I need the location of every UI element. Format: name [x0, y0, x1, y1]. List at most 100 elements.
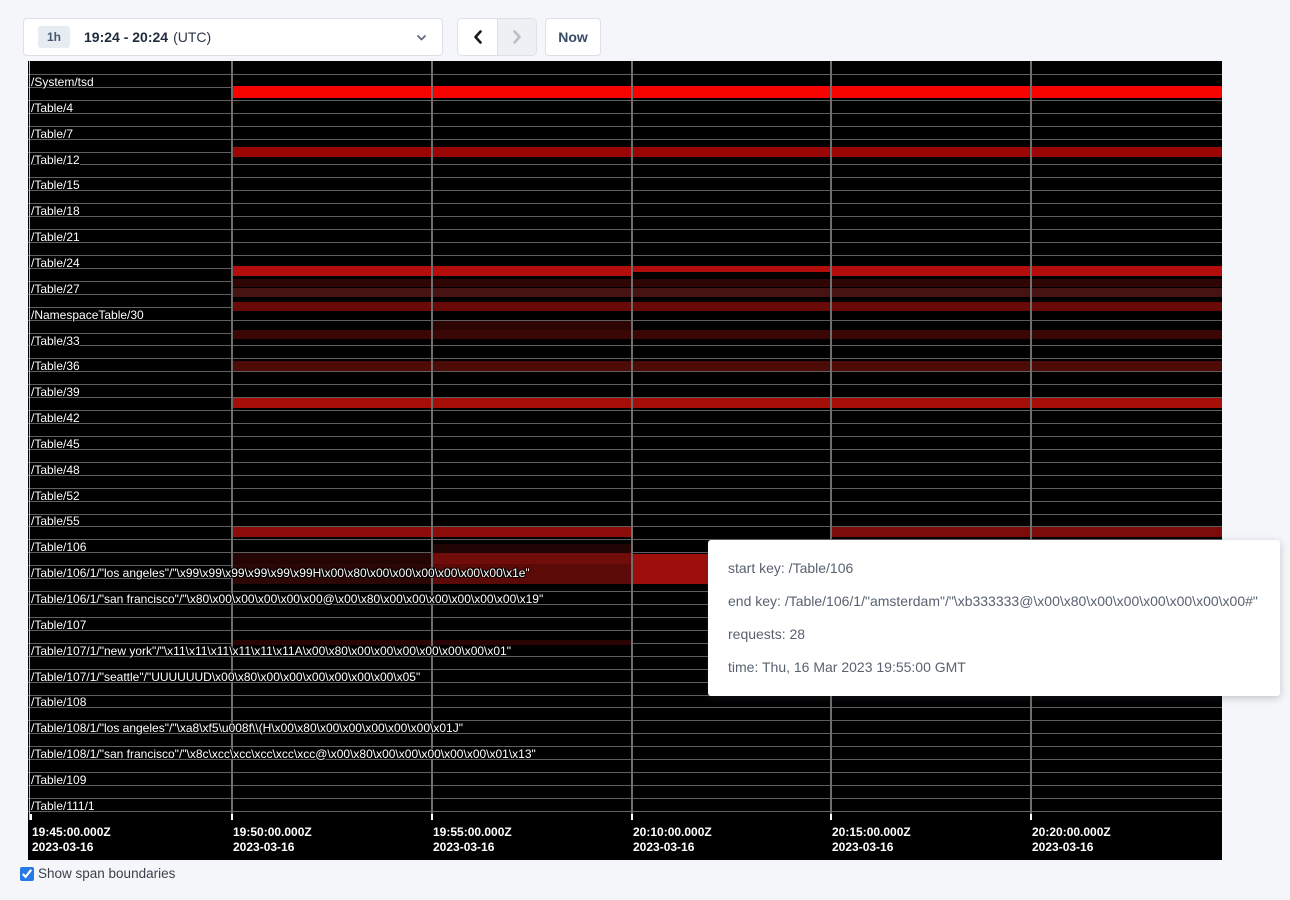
row-label: /Table/39 — [31, 385, 80, 399]
row-label: /Table/36 — [31, 359, 80, 373]
heat-band — [231, 330, 1222, 339]
heat-band — [231, 279, 1222, 287]
heat-band — [431, 321, 631, 330]
tick-date: 2023-03-16 — [1032, 840, 1111, 855]
show-span-boundaries-label: Show span boundaries — [38, 866, 175, 881]
span-boundary-line — [28, 436, 1222, 437]
row-label: /Table/55 — [31, 514, 80, 528]
row-label: /Table/107 — [31, 618, 86, 632]
key-visualizer-canvas[interactable]: /System/tsd/Table/4/Table/7/Table/12/Tab… — [28, 61, 1222, 860]
tick-time: 20:15:00.000Z — [832, 825, 911, 840]
span-boundary-line — [28, 255, 1222, 256]
row-label: /Table/108/1/"los angeles"/"\xa8\xf5\u00… — [31, 721, 463, 735]
span-boundary-line — [28, 514, 1222, 515]
heat-band — [231, 147, 1222, 157]
row-label: /Table/106 — [31, 540, 86, 554]
tick-time: 19:55:00.000Z — [433, 825, 512, 840]
tick-time: 20:20:00.000Z — [1032, 825, 1111, 840]
heat-band — [231, 553, 431, 564]
span-boundary-line — [28, 74, 1222, 75]
span-boundary-line — [28, 229, 1222, 230]
time-gridline — [631, 61, 633, 820]
heat-band — [231, 398, 1222, 408]
row-label: /Table/45 — [31, 437, 80, 451]
now-button[interactable]: Now — [545, 18, 601, 56]
heat-band — [431, 544, 631, 553]
range-duration-badge: 1h — [38, 26, 70, 48]
chevron-right-icon — [510, 29, 524, 45]
row-label: /Table/12 — [31, 153, 80, 167]
axis-tick-label: 19:50:00.000Z2023-03-16 — [233, 825, 312, 855]
time-gridline — [830, 61, 832, 820]
span-boundary-line — [28, 785, 1222, 786]
row-label: /Table/106/1/"los angeles"/"\x99\x99\x99… — [31, 566, 530, 580]
toolbar: 1h 19:24 - 20:24 (UTC) Now — [0, 0, 1290, 61]
range-nav-group — [457, 18, 537, 56]
span-boundary-line — [28, 345, 1222, 346]
row-label: /Table/48 — [31, 463, 80, 477]
span-boundary-line — [28, 475, 1222, 476]
row-label: /System/tsd — [31, 75, 94, 89]
span-boundary-line — [28, 358, 1222, 359]
row-label: /Table/4 — [31, 101, 73, 115]
row-label: /Table/15 — [31, 178, 80, 192]
row-label: /Table/27 — [31, 282, 80, 296]
span-boundary-line — [28, 423, 1222, 424]
axis-tick — [631, 814, 633, 820]
span-boundary-line — [28, 501, 1222, 502]
row-label: /Table/107/1/"new york"/"\x11\x11\x11\x1… — [31, 644, 511, 658]
heat-band — [231, 86, 1222, 98]
tick-time: 19:45:00.000Z — [32, 825, 111, 840]
row-label: /Table/42 — [31, 411, 80, 425]
span-boundary-line — [28, 798, 1222, 799]
span-boundary-line — [28, 126, 1222, 127]
axis-tick-label: 20:20:00.000Z2023-03-16 — [1032, 825, 1111, 855]
row-label: /Table/109 — [31, 773, 86, 787]
previous-range-button[interactable] — [458, 19, 497, 55]
row-label: /Table/24 — [31, 256, 80, 270]
span-boundary-line — [28, 371, 1222, 372]
time-gridline — [29, 61, 30, 820]
range-timezone: (UTC) — [173, 29, 211, 45]
row-label: /Table/18 — [31, 204, 80, 218]
tooltip-requests: requests: 28 — [728, 625, 1260, 644]
show-span-boundaries-checkbox[interactable] — [20, 867, 34, 881]
tick-date: 2023-03-16 — [233, 840, 312, 855]
tooltip-end-key: end key: /Table/106/1/"amsterdam"/"\xb33… — [728, 592, 1260, 611]
span-boundary-line — [28, 164, 1222, 165]
row-label: /Table/108/1/"san francisco"/"\x8c\xcc\x… — [31, 747, 536, 761]
row-label: /Table/107/1/"seattle"/"UUUUUUD\x00\x80\… — [31, 670, 420, 684]
span-boundary-line — [28, 772, 1222, 773]
span-boundary-line — [28, 203, 1222, 204]
row-label: /Table/33 — [31, 334, 80, 348]
span-boundary-line — [28, 100, 1222, 101]
span-boundary-line — [28, 177, 1222, 178]
chevron-down-icon — [415, 31, 428, 44]
time-axis: 19:45:00.000Z2023-03-1619:50:00.000Z2023… — [28, 820, 1222, 860]
time-range-selector[interactable]: 1h 19:24 - 20:24 (UTC) — [23, 18, 443, 56]
axis-tick-label: 20:15:00.000Z2023-03-16 — [832, 825, 911, 855]
heatmap-plot[interactable]: /System/tsd/Table/4/Table/7/Table/12/Tab… — [28, 61, 1222, 820]
row-label: /NamespaceTable/30 — [31, 308, 144, 322]
next-range-button[interactable] — [497, 19, 536, 55]
axis-tick — [1030, 814, 1032, 820]
tooltip-start-key: start key: /Table/106 — [728, 559, 1260, 578]
row-label: /Table/52 — [31, 489, 80, 503]
span-boundary-line — [28, 410, 1222, 411]
chevron-left-icon — [471, 29, 485, 45]
axis-tick-label: 20:10:00.000Z2023-03-16 — [633, 825, 712, 855]
span-boundary-line — [28, 384, 1222, 385]
heat-band — [631, 272, 830, 277]
span-boundary-line — [28, 811, 1222, 812]
span-boundary-line — [28, 449, 1222, 450]
axis-tick — [231, 814, 233, 820]
axis-tick — [30, 814, 32, 820]
heat-band — [231, 288, 1222, 297]
tick-date: 2023-03-16 — [633, 840, 712, 855]
heat-band — [231, 302, 1222, 311]
heat-band — [431, 553, 631, 564]
tick-date: 2023-03-16 — [433, 840, 512, 855]
span-boundary-line — [28, 242, 1222, 243]
axis-tick — [431, 814, 433, 820]
tick-time: 20:10:00.000Z — [633, 825, 712, 840]
